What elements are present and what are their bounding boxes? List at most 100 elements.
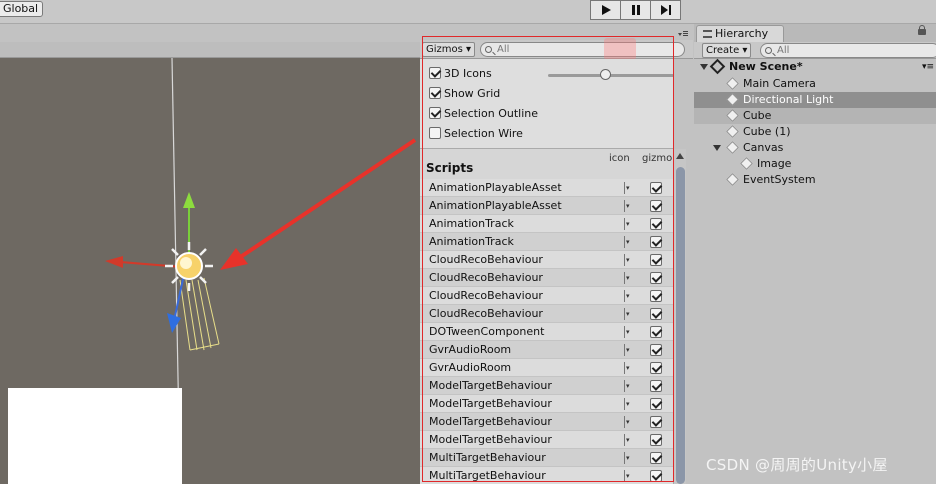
script-icon-dropdown[interactable]: ▾ — [624, 380, 632, 392]
script-gizmo-checkbox[interactable] — [650, 272, 662, 284]
icon-size-slider[interactable] — [548, 74, 674, 77]
script-gizmo-checkbox[interactable] — [650, 218, 662, 230]
checkbox-selection-wire[interactable] — [429, 127, 441, 139]
hierarchy-item-label: Canvas — [743, 141, 784, 154]
script-gizmo-checkbox[interactable] — [650, 236, 662, 248]
script-row[interactable]: DOTweenComponent ▾ — [420, 323, 673, 341]
option-label: Selection Wire — [444, 126, 523, 140]
script-icon-dropdown[interactable]: ▾ — [624, 218, 632, 230]
script-gizmo-checkbox[interactable] — [650, 452, 662, 464]
script-row[interactable]: ModelTargetBehaviour ▾ — [420, 395, 673, 413]
icon-size-slider-thumb[interactable] — [599, 69, 611, 80]
gizmos-dropdown[interactable]: Gizmos ▾ — [422, 42, 476, 57]
script-gizmo-checkbox[interactable] — [650, 326, 662, 338]
script-row[interactable]: ModelTargetBehaviour ▾ — [420, 377, 673, 395]
script-row[interactable]: GvrAudioRoom ▾ — [420, 359, 673, 377]
scripts-scrollbar[interactable] — [673, 149, 686, 484]
pivot-rotation-button[interactable]: Global — [0, 1, 44, 17]
option-selection-outline[interactable]: Selection Outline — [429, 104, 538, 122]
script-icon-dropdown[interactable]: ▾ — [624, 344, 632, 356]
script-row[interactable]: AnimationTrack ▾ — [420, 215, 673, 233]
checkbox-show-grid[interactable] — [429, 87, 441, 99]
script-icon-dropdown[interactable]: ▾ — [624, 200, 632, 212]
hierarchy-item-image[interactable]: Image — [694, 156, 936, 172]
pause-button[interactable] — [620, 0, 651, 20]
script-icon-dropdown[interactable]: ▾ — [624, 362, 632, 374]
script-row[interactable]: MultiTargetBehaviour ▾ — [420, 467, 673, 484]
expand-arrow-icon[interactable] — [700, 64, 708, 70]
scrollbar-thumb[interactable] — [676, 167, 685, 484]
hierarchy-item-directional-light[interactable]: Directional Light — [694, 92, 936, 108]
script-gizmo-checkbox[interactable] — [650, 290, 662, 302]
script-gizmo-checkbox[interactable] — [650, 416, 662, 428]
script-icon-dropdown[interactable]: ▾ — [624, 182, 632, 194]
script-gizmo-checkbox[interactable] — [650, 398, 662, 410]
script-row[interactable]: CloudRecoBehaviour ▾ — [420, 305, 673, 323]
hierarchy-item-cube-1[interactable]: Cube (1) — [694, 124, 936, 140]
hierarchy-item-canvas[interactable]: Canvas — [694, 140, 936, 156]
step-button[interactable] — [650, 0, 681, 20]
script-icon-dropdown[interactable]: ▾ — [624, 434, 632, 446]
play-button[interactable] — [590, 0, 621, 20]
plane-object[interactable] — [8, 388, 182, 484]
panel-menu-icon[interactable] — [678, 30, 688, 38]
script-row[interactable]: CloudRecoBehaviour ▾ — [420, 251, 673, 269]
option-show-grid[interactable]: Show Grid — [429, 84, 500, 102]
scene-root-row[interactable]: New Scene* ▾≡ — [694, 58, 936, 75]
gizmos-search-input[interactable]: All — [480, 42, 685, 57]
script-name: MultiTargetBehaviour — [429, 451, 546, 464]
hierarchy-item-eventsystem[interactable]: EventSystem — [694, 172, 936, 188]
script-name: AnimationPlayableAsset — [429, 199, 562, 212]
option-selection-wire[interactable]: Selection Wire — [429, 124, 523, 142]
script-gizmo-checkbox[interactable] — [650, 308, 662, 320]
script-row[interactable]: ModelTargetBehaviour ▾ — [420, 413, 673, 431]
script-icon-dropdown[interactable]: ▾ — [624, 236, 632, 248]
script-row[interactable]: AnimationPlayableAsset ▾ — [420, 197, 673, 215]
script-row[interactable]: GvrAudioRoom ▾ — [420, 341, 673, 359]
script-gizmo-checkbox[interactable] — [650, 344, 662, 356]
expand-arrow-icon[interactable] — [713, 145, 721, 151]
script-gizmo-checkbox[interactable] — [650, 182, 662, 194]
script-name: MultiTargetBehaviour — [429, 469, 546, 482]
script-icon-dropdown[interactable]: ▾ — [624, 254, 632, 266]
script-icon-dropdown[interactable]: ▾ — [624, 308, 632, 320]
gameobject-cube-icon — [726, 141, 739, 154]
scene-menu-icon[interactable]: ▾≡ — [922, 59, 934, 75]
hierarchy-item-cube[interactable]: Cube — [694, 108, 936, 124]
script-row[interactable]: MultiTargetBehaviour ▾ — [420, 449, 673, 467]
scene-view[interactable] — [0, 58, 420, 484]
script-gizmo-checkbox[interactable] — [650, 254, 662, 266]
script-icon-dropdown[interactable]: ▾ — [624, 470, 632, 482]
option-3d-icons[interactable]: 3D Icons — [429, 64, 492, 82]
scene-name: New Scene* — [729, 60, 803, 73]
script-row[interactable]: AnimationTrack ▾ — [420, 233, 673, 251]
checkbox-selection-outline[interactable] — [429, 107, 441, 119]
script-icon-dropdown[interactable]: ▾ — [624, 416, 632, 428]
checkbox-3d-icons[interactable] — [429, 67, 441, 79]
scroll-up-arrow-icon[interactable] — [676, 153, 684, 159]
red-arrow-annotation — [220, 138, 417, 270]
script-gizmo-checkbox[interactable] — [650, 470, 662, 482]
script-gizmo-checkbox[interactable] — [650, 434, 662, 446]
script-icon-dropdown[interactable]: ▾ — [624, 290, 632, 302]
script-row[interactable]: CloudRecoBehaviour ▾ — [420, 269, 673, 287]
script-icon-dropdown[interactable]: ▾ — [624, 326, 632, 338]
script-row[interactable]: ModelTargetBehaviour ▾ — [420, 431, 673, 449]
script-icon-dropdown[interactable]: ▾ — [624, 398, 632, 410]
hierarchy-item-main-camera[interactable]: Main Camera — [694, 76, 936, 92]
gizmos-toolbar: Gizmos ▾ All — [420, 40, 693, 59]
script-icon-dropdown[interactable]: ▾ — [624, 452, 632, 464]
tab-hierarchy[interactable]: Hierarchy — [696, 25, 784, 42]
gameobject-cube-icon — [740, 157, 753, 170]
script-row[interactable]: AnimationPlayableAsset ▾ — [420, 179, 673, 197]
hierarchy-item-label: EventSystem — [743, 173, 816, 186]
script-row[interactable]: CloudRecoBehaviour ▾ — [420, 287, 673, 305]
gameobject-cube-icon — [726, 93, 739, 106]
script-gizmo-checkbox[interactable] — [650, 362, 662, 374]
hierarchy-search-input[interactable]: All — [760, 43, 936, 58]
script-gizmo-checkbox[interactable] — [650, 380, 662, 392]
create-dropdown[interactable]: Create ▾ — [702, 43, 752, 58]
script-gizmo-checkbox[interactable] — [650, 200, 662, 212]
script-icon-dropdown[interactable]: ▾ — [624, 272, 632, 284]
lock-icon[interactable] — [918, 25, 926, 35]
